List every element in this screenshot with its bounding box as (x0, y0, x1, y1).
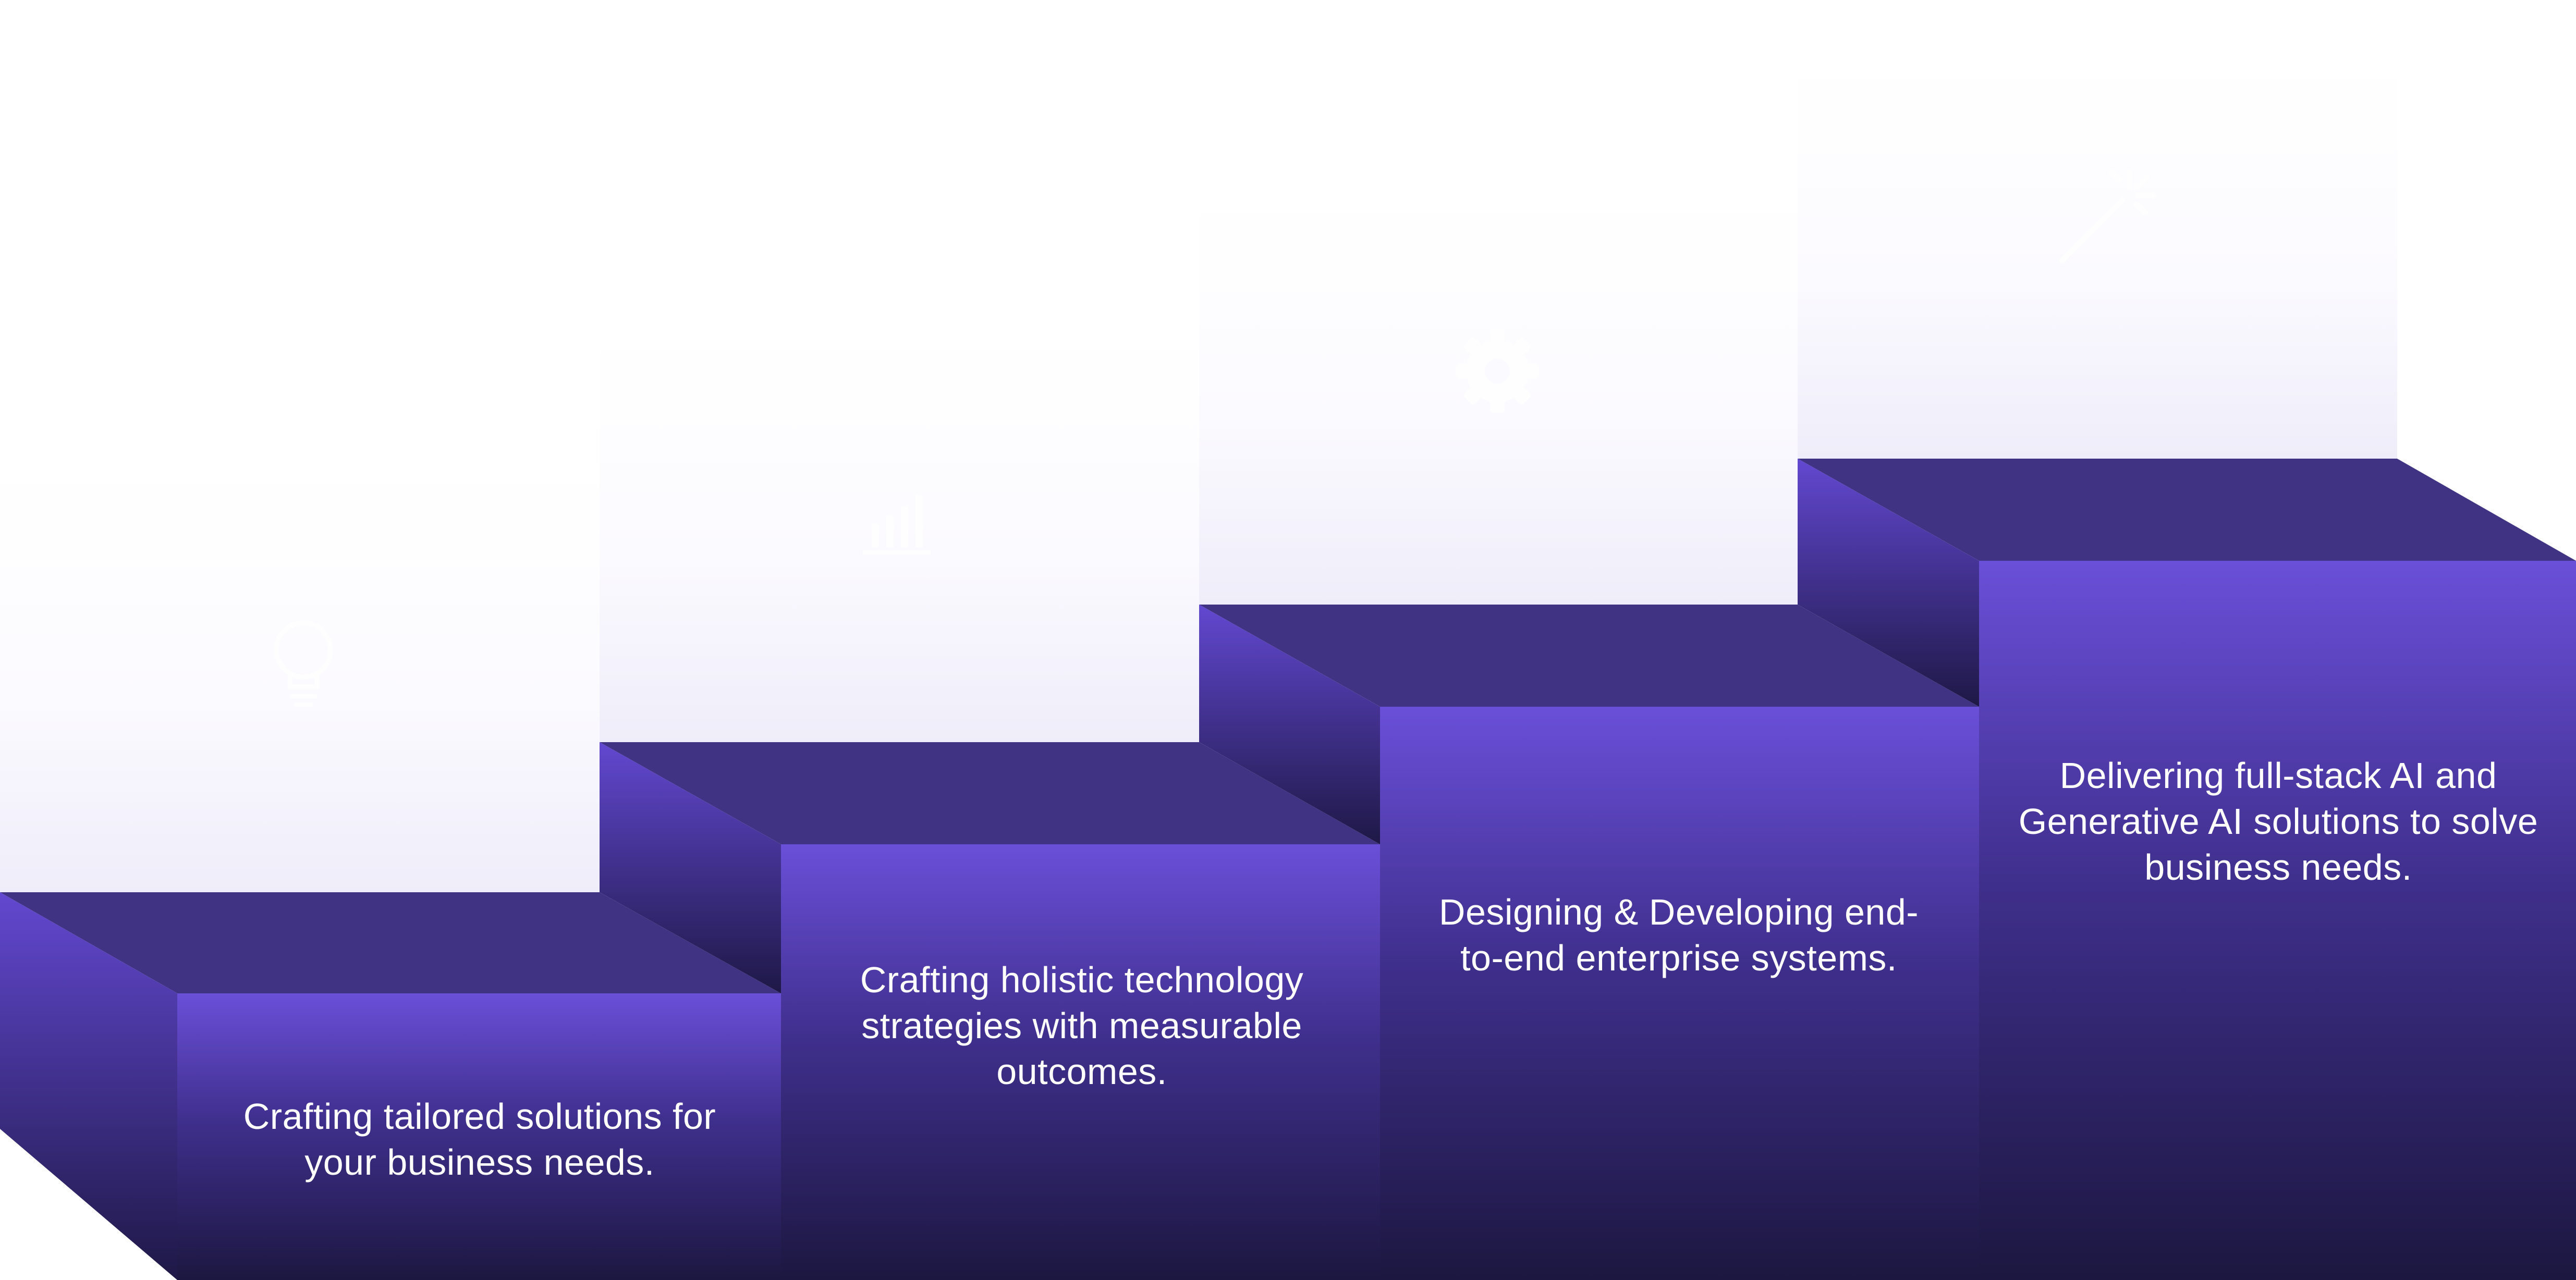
step-2-label: Crafting holistic technology strategies … (860, 959, 1304, 1092)
step-3-front-face (1380, 707, 1979, 1280)
step-4-label: Delivering full-stack AI and Generative … (2018, 755, 2538, 888)
staircase-diagram: Crafting tailored solutions for your bus… (0, 0, 2576, 1280)
step-4-backdrop (1798, 63, 2397, 459)
gear-icon (1456, 329, 1539, 413)
step-4-front-face (1979, 561, 2576, 1280)
step-2-backdrop (600, 334, 1199, 742)
step-1-label: Crafting tailored solutions for your bus… (243, 1096, 716, 1183)
step-1-backdrop (0, 469, 600, 892)
step-3-label: Designing & Developing end-to-end enterp… (1438, 892, 1919, 978)
